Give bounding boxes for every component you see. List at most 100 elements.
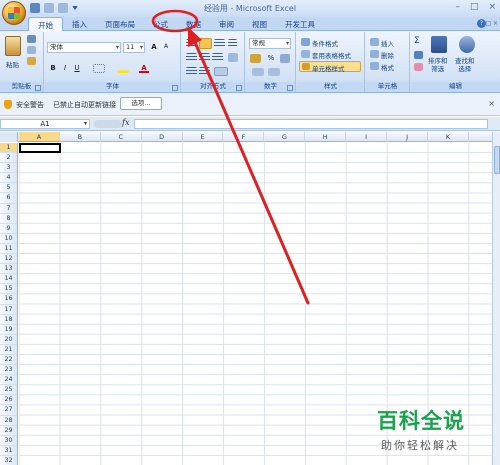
row-header[interactable]: 24 — [0, 375, 17, 386]
find-select-button[interactable]: 查找和 选择 — [455, 57, 475, 73]
column-header[interactable]: D — [142, 132, 183, 142]
conditional-format-icon[interactable] — [301, 38, 310, 46]
clipboard-launcher-icon[interactable] — [35, 85, 41, 91]
column-header[interactable]: K — [428, 132, 469, 142]
bold-button[interactable]: B — [48, 63, 58, 73]
row-header[interactable]: 20 — [0, 335, 17, 345]
clear-icon[interactable] — [414, 63, 423, 71]
row-header[interactable]: 10 — [0, 234, 17, 244]
column-header[interactable]: I — [346, 132, 388, 142]
decrease-indent-icon[interactable] — [186, 67, 197, 76]
tab-review[interactable]: 审阅 — [210, 17, 243, 31]
column-header[interactable]: J — [387, 132, 428, 142]
font-color-button[interactable]: A — [139, 63, 149, 73]
tab-developer[interactable]: 开发工具 — [276, 17, 324, 31]
maximize-button[interactable]: □ — [470, 2, 479, 12]
paste-icon[interactable] — [5, 36, 21, 56]
row-header[interactable]: 26 — [0, 395, 17, 406]
row-header[interactable]: 14 — [0, 274, 17, 285]
format-as-table-button[interactable]: 套用表格格式 — [312, 50, 351, 60]
delete-cells-button[interactable]: 删除 — [381, 50, 394, 60]
tab-insert[interactable]: 插入 — [63, 17, 96, 31]
increase-indent-icon[interactable] — [199, 67, 210, 76]
row-header[interactable]: 21 — [0, 345, 17, 355]
find-select-icon[interactable] — [459, 36, 475, 53]
underline-button[interactable]: U — [72, 63, 82, 73]
row-header[interactable]: 23 — [0, 365, 17, 376]
fill-icon[interactable] — [414, 51, 423, 59]
align-left-icon[interactable] — [186, 53, 197, 62]
insert-function-icon[interactable]: fx — [122, 118, 129, 127]
column-header[interactable]: B — [60, 132, 101, 142]
column-header[interactable]: A — [19, 132, 60, 142]
row-header[interactable]: 18 — [0, 315, 17, 325]
name-box[interactable]: A1 ▾ — [0, 119, 90, 129]
row-header[interactable]: 9 — [0, 224, 17, 234]
wrap-text-icon[interactable] — [228, 53, 238, 62]
orientation-icon[interactable] — [228, 39, 237, 48]
office-button[interactable] — [2, 1, 26, 25]
row-header[interactable]: 32 — [0, 456, 17, 465]
font-launcher-icon[interactable] — [172, 85, 178, 91]
percent-button[interactable]: % — [266, 53, 276, 63]
vertical-scrollbar[interactable] — [492, 132, 500, 465]
autosum-icon[interactable]: Σ — [414, 36, 420, 46]
insert-cells-icon[interactable] — [370, 38, 379, 46]
row-header[interactable]: 27 — [0, 405, 17, 416]
conditional-format-button[interactable]: 条件格式 — [312, 38, 338, 48]
chevron-down-icon[interactable]: ▾ — [84, 120, 87, 128]
row-header[interactable]: 31 — [0, 446, 17, 456]
align-top-icon[interactable] — [186, 39, 197, 48]
comma-style-icon[interactable] — [280, 54, 290, 63]
scrollbar-thumb[interactable] — [494, 146, 500, 174]
ribbon-window-controls[interactable]: – □ × — [480, 20, 498, 27]
row-header[interactable]: 11 — [0, 244, 17, 255]
format-painter-icon[interactable] — [27, 57, 36, 65]
row-header[interactable]: 29 — [0, 426, 17, 436]
column-header[interactable]: F — [224, 132, 265, 142]
close-icon[interactable]: × — [488, 99, 495, 108]
row-header[interactable]: 3 — [0, 163, 17, 174]
column-header[interactable]: H — [305, 132, 347, 142]
formula-bar-divider[interactable] — [94, 120, 122, 128]
shrink-font-button[interactable]: A — [161, 42, 171, 52]
insert-cells-button[interactable]: 插入 — [381, 38, 394, 48]
column-header[interactable]: G — [264, 132, 306, 142]
font-size-select[interactable]: 11 — [123, 42, 145, 53]
row-header[interactable]: 22 — [0, 355, 17, 366]
row-header[interactable]: 19 — [0, 325, 17, 335]
row-header[interactable]: 5 — [0, 183, 17, 194]
font-name-select[interactable]: 宋体 — [47, 42, 121, 53]
number-launcher-icon[interactable] — [287, 85, 293, 91]
tab-data[interactable]: 数据 — [177, 17, 210, 31]
row-header[interactable]: 2 — [0, 153, 17, 164]
column-header[interactable]: C — [101, 132, 142, 142]
row-header[interactable]: 16 — [0, 294, 17, 305]
number-format-select[interactable]: 常规 — [249, 38, 291, 49]
tab-view[interactable]: 视图 — [243, 17, 276, 31]
alignment-launcher-icon[interactable] — [236, 85, 242, 91]
grow-font-button[interactable]: A — [149, 42, 159, 52]
minimize-button[interactable]: – — [455, 2, 460, 12]
align-bottom-icon[interactable] — [214, 39, 225, 48]
formula-input[interactable] — [134, 119, 488, 129]
tab-home[interactable]: 开始 — [28, 17, 63, 31]
sort-filter-icon[interactable] — [431, 36, 447, 53]
format-as-table-icon[interactable] — [301, 50, 310, 58]
tab-formulas[interactable]: 公式 — [144, 17, 177, 31]
row-header[interactable]: 15 — [0, 284, 17, 295]
row-header[interactable]: 6 — [0, 193, 17, 204]
row-header[interactable]: 17 — [0, 305, 17, 315]
cut-icon[interactable] — [27, 35, 36, 43]
select-all-button[interactable] — [0, 132, 18, 142]
align-center-icon[interactable] — [199, 53, 210, 62]
align-right-icon[interactable] — [212, 53, 223, 62]
copy-icon[interactable] — [27, 46, 36, 54]
sort-filter-button[interactable]: 排序和 筛选 — [428, 57, 448, 73]
border-icon[interactable] — [93, 64, 105, 73]
row-header[interactable]: 7 — [0, 204, 17, 214]
increase-decimal-icon[interactable] — [252, 68, 264, 76]
format-cells-icon[interactable] — [370, 62, 379, 70]
row-header[interactable]: 1 — [0, 143, 17, 154]
active-cell[interactable] — [19, 143, 61, 153]
